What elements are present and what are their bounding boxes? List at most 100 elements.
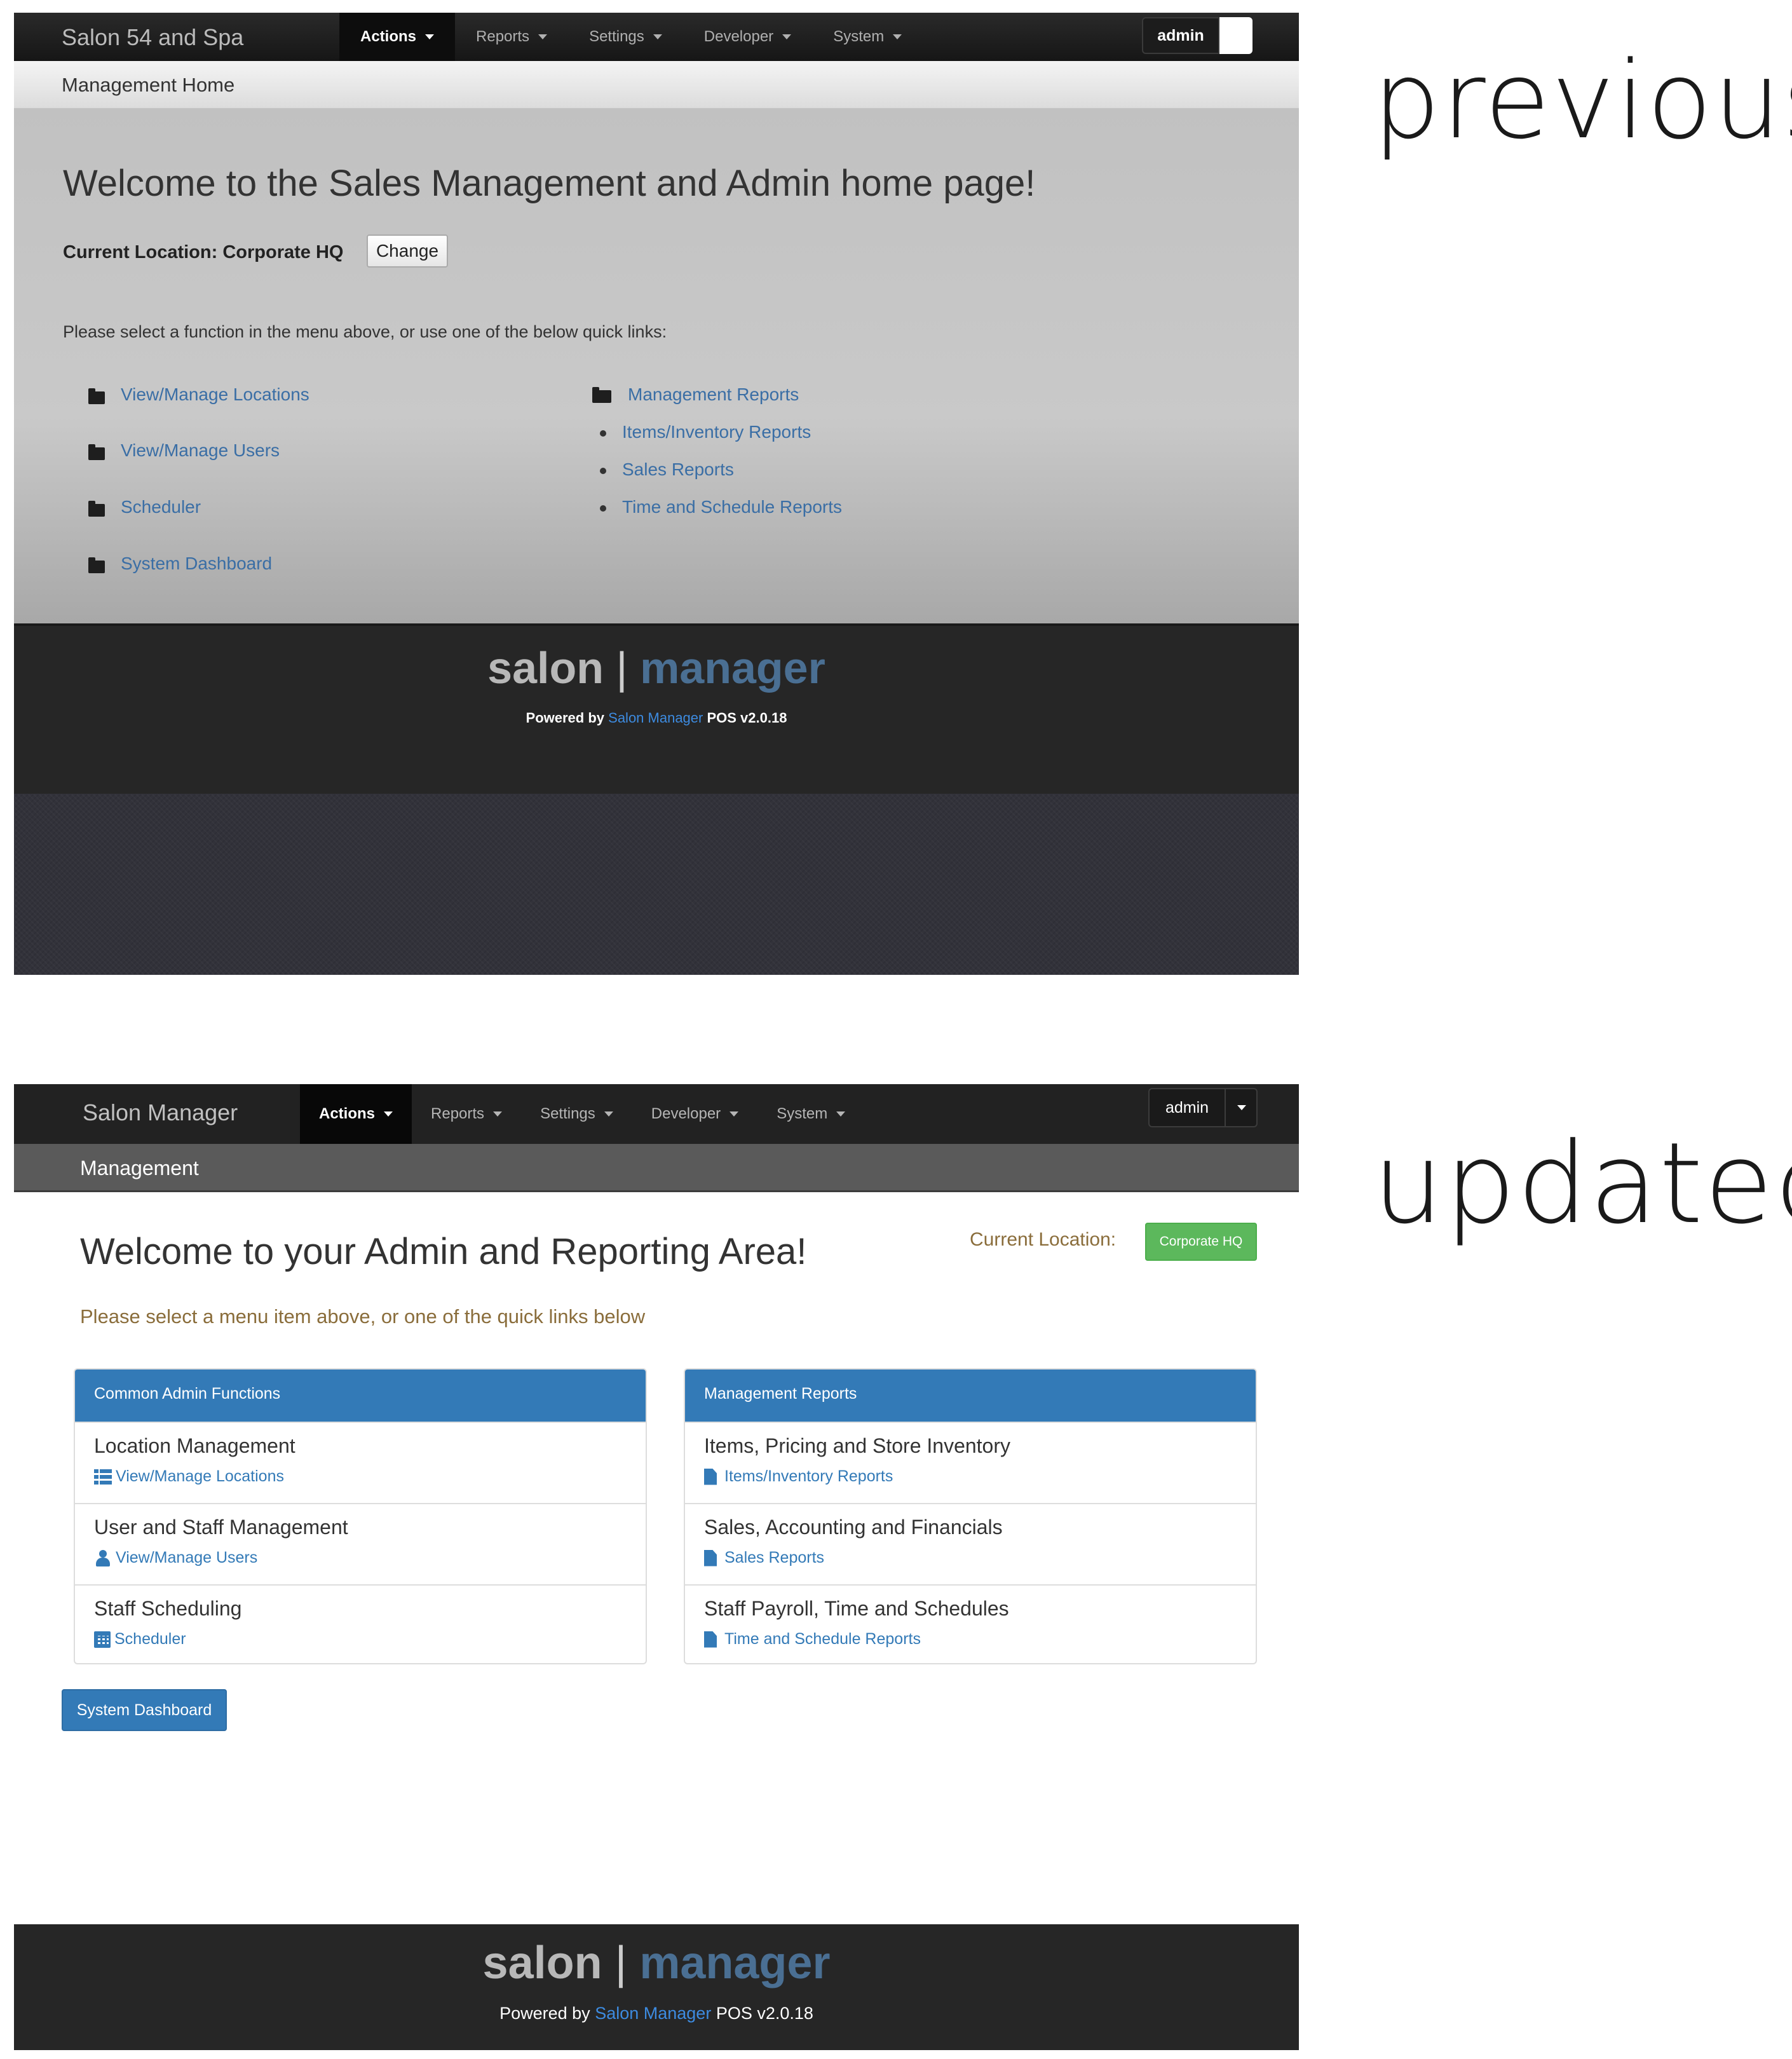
- menu-developer[interactable]: Developer: [632, 1084, 757, 1144]
- footer: salon | manager Powered by Salon Manager…: [14, 1924, 1299, 2050]
- caret-down-icon: [653, 34, 662, 39]
- menu-label: Actions: [319, 1105, 376, 1122]
- instructions: Please select a function in the menu abo…: [63, 322, 667, 341]
- menu-actions[interactable]: Actions: [339, 13, 456, 61]
- brand[interactable]: Salon Manager: [83, 1099, 238, 1126]
- menu-label: System: [833, 28, 885, 45]
- menu-label: Developer: [651, 1105, 721, 1122]
- list-item: User and Staff Management View/Manage Us…: [75, 1503, 646, 1584]
- powered-by: Powered by Salon Manager POS v2.0.18: [14, 710, 1299, 726]
- powered-suffix: POS v2.0.18: [707, 710, 787, 726]
- panel-heading: Management Reports: [685, 1369, 1256, 1422]
- user-icon: [94, 1549, 112, 1566]
- powered-prefix: Powered by: [499, 2004, 590, 2023]
- menu-reports[interactable]: Reports: [412, 1084, 521, 1144]
- link-time-schedule-reports[interactable]: Time and Schedule Reports: [704, 1630, 921, 1648]
- menu-actions[interactable]: Actions: [300, 1084, 412, 1144]
- link-label: Time and Schedule Reports: [724, 1630, 921, 1648]
- main-content: Welcome to the Sales Management and Admi…: [14, 109, 1299, 623]
- menu-system[interactable]: System: [757, 1084, 864, 1144]
- item-title: Sales, Accounting and Financials: [704, 1516, 1003, 1539]
- change-location-button[interactable]: Change: [367, 234, 448, 268]
- menu-label: Developer: [703, 28, 774, 45]
- previous-label: previous: [1373, 38, 1792, 163]
- updated-label: updated: [1373, 1118, 1792, 1249]
- powered-prefix: Powered by: [526, 710, 605, 726]
- file-icon: [704, 1631, 717, 1648]
- link-system-dashboard[interactable]: System Dashboard: [121, 554, 272, 574]
- updated-screenshot: Salon Manager Actions Reports Settings D…: [14, 1084, 1299, 2050]
- bullet: [600, 468, 606, 474]
- logo-part1: salon: [487, 643, 604, 693]
- list-icon: [94, 1469, 112, 1485]
- link-time-schedule-reports[interactable]: Time and Schedule Reports: [622, 497, 842, 517]
- panel-management-reports: Management Reports Items, Pricing and St…: [684, 1368, 1257, 1664]
- instructions: Please select a menu item above, or one …: [80, 1305, 646, 1328]
- brand[interactable]: Salon 54 and Spa: [62, 24, 243, 51]
- logo-part2: manager: [640, 643, 825, 693]
- menu-developer[interactable]: Developer: [683, 13, 812, 61]
- file-icon: [704, 1468, 717, 1485]
- salon-manager-logo: salon | manager: [14, 642, 1299, 693]
- folder-icon: [88, 501, 105, 517]
- item-title: User and Staff Management: [94, 1516, 348, 1539]
- system-dashboard-button[interactable]: System Dashboard: [62, 1689, 227, 1731]
- list-item: Staff Scheduling Scheduler: [75, 1584, 646, 1663]
- menu-settings[interactable]: Settings: [521, 1084, 632, 1144]
- page-background: [14, 794, 1299, 975]
- powered-link[interactable]: Salon Manager: [608, 710, 703, 726]
- link-label: Sales Reports: [724, 1549, 825, 1566]
- user-menu-button[interactable]: admin: [1142, 17, 1219, 54]
- link-sales-reports[interactable]: Sales Reports: [622, 459, 734, 480]
- item-title: Items, Pricing and Store Inventory: [704, 1434, 1010, 1457]
- folder-icon: [88, 444, 105, 460]
- link-label: Items/Inventory Reports: [724, 1467, 893, 1485]
- current-location: Current Location: Corporate HQ: [63, 242, 344, 262]
- menu-label: System: [777, 1105, 828, 1122]
- link-view-manage-users[interactable]: View/Manage Users: [121, 440, 280, 461]
- powered-link[interactable]: Salon Manager: [595, 2004, 711, 2023]
- menu-label: Reports: [476, 28, 530, 45]
- link-scheduler[interactable]: Scheduler: [94, 1630, 186, 1648]
- link-items-inventory-reports[interactable]: Items/Inventory Reports: [622, 422, 811, 442]
- menu-settings[interactable]: Settings: [568, 13, 683, 61]
- user-menu-toggle[interactable]: [1219, 17, 1252, 54]
- folder-icon: [88, 557, 105, 573]
- user-menu-button[interactable]: admin: [1150, 1089, 1226, 1126]
- link-management-reports[interactable]: Management Reports: [628, 384, 799, 405]
- page-title: Management Home: [62, 74, 235, 96]
- link-label: View/Manage Users: [116, 1549, 258, 1566]
- item-title: Location Management: [94, 1434, 295, 1457]
- location-button[interactable]: Corporate HQ: [1145, 1223, 1257, 1261]
- logo-separator: |: [616, 643, 628, 693]
- menu-system[interactable]: System: [812, 13, 923, 61]
- link-sales-reports[interactable]: Sales Reports: [704, 1549, 824, 1567]
- menu-label: Reports: [431, 1105, 485, 1122]
- logo-part1: salon: [482, 1938, 602, 1988]
- page-title: Management: [80, 1157, 199, 1179]
- caret-down-icon: [1237, 1105, 1246, 1110]
- caret-down-icon: [836, 1111, 846, 1117]
- welcome-heading: Welcome to the Sales Management and Admi…: [63, 163, 1036, 204]
- welcome-heading: Welcome to your Admin and Reporting Area…: [80, 1231, 807, 1272]
- user-menu-toggle[interactable]: [1226, 1089, 1258, 1126]
- menu-label: Actions: [360, 28, 417, 45]
- menu-label: Settings: [540, 1105, 595, 1122]
- link-view-manage-locations[interactable]: View/Manage Locations: [94, 1467, 284, 1486]
- previous-screenshot: Salon 54 and Spa Actions Reports Setting…: [14, 13, 1299, 975]
- link-view-manage-users[interactable]: View/Manage Users: [94, 1549, 257, 1567]
- link-view-manage-locations[interactable]: View/Manage Locations: [121, 384, 309, 405]
- folder-open-icon: [592, 387, 611, 403]
- item-title: Staff Scheduling: [94, 1597, 242, 1620]
- panel-heading: Common Admin Functions: [75, 1369, 646, 1422]
- user-menu: admin: [1148, 1088, 1258, 1127]
- file-icon: [704, 1549, 717, 1566]
- link-items-inventory-reports[interactable]: Items/Inventory Reports: [704, 1467, 893, 1486]
- current-location-label: Current Location:: [970, 1229, 1117, 1250]
- link-scheduler[interactable]: Scheduler: [121, 497, 201, 517]
- menu-reports[interactable]: Reports: [455, 13, 568, 61]
- caret-down-icon: [384, 1111, 393, 1117]
- subheader: Management: [14, 1144, 1299, 1192]
- list-item: Location Management View/Manage Location…: [75, 1422, 646, 1503]
- powered-by: Powered by Salon Manager POS v2.0.18: [14, 2004, 1299, 2023]
